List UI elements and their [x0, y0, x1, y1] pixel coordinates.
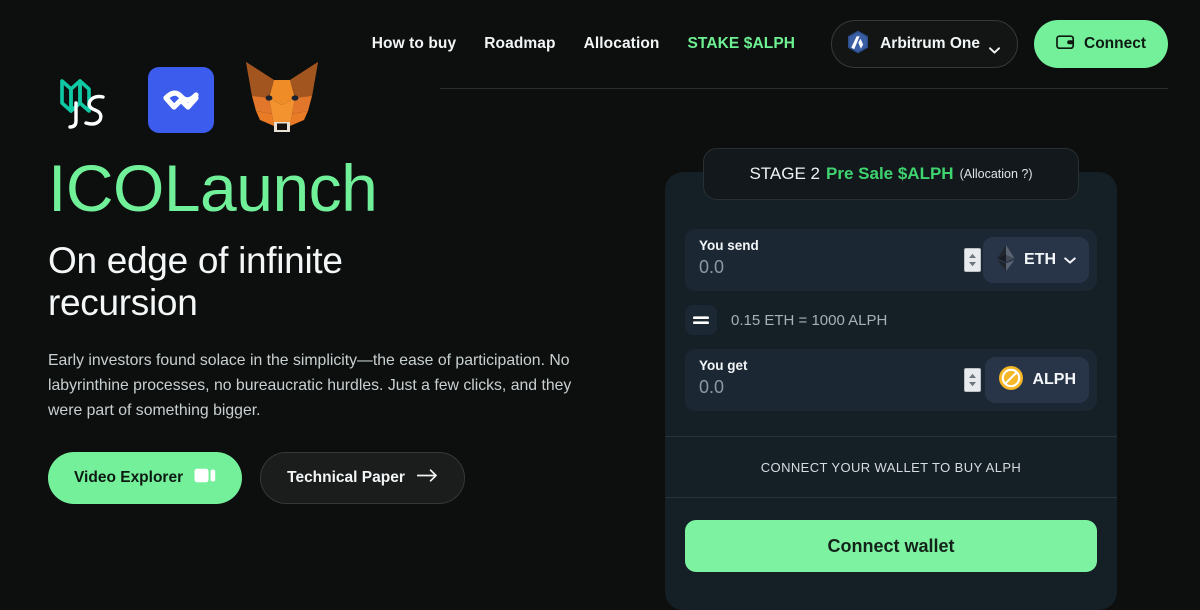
- hero-headline: On edge of infinite recursion: [48, 240, 343, 323]
- video-explorer-button[interactable]: Video Explorer: [48, 452, 243, 504]
- site-header: How to buy Roadmap Allocation STAKE $ALP…: [0, 0, 1200, 88]
- stage-accent-label: Pre Sale $ALPH: [826, 164, 954, 183]
- arbitrum-logo-icon: [845, 29, 871, 60]
- page-title: ICOLaunch: [48, 151, 378, 225]
- exchange-rate-text: 0.15 ETH = 1000 ALPH: [731, 311, 888, 329]
- swap-widget: You send 0.0 ETH 0.15 ETH = 1000 ALPH Yo…: [665, 172, 1117, 610]
- you-send-field: You send 0.0 ETH: [685, 229, 1097, 291]
- you-get-token-selector[interactable]: ALPH: [985, 357, 1089, 403]
- connect-wallet-button[interactable]: Connect wallet: [685, 520, 1097, 572]
- stage-prefix-label: STAGE 2: [749, 164, 821, 183]
- you-send-stepper[interactable]: [964, 248, 981, 272]
- hero-body-text: Early investors found solace in the simp…: [48, 352, 572, 419]
- main-navigation: How to buy Roadmap Allocation STAKE $ALP…: [372, 35, 795, 53]
- hero-cta-row: Video Explorer Technical Paper: [48, 452, 628, 504]
- nav-link-roadmap[interactable]: Roadmap: [484, 35, 555, 53]
- stage-banner: STAGE 2 Pre Sale $ALPH (Allocation ?): [703, 148, 1079, 200]
- header-divider: [440, 88, 1168, 89]
- nav-link-stake-alph[interactable]: STAKE $ALPH: [687, 35, 795, 53]
- video-explorer-button-label: Video Explorer: [74, 469, 184, 486]
- chevron-down-icon: [989, 41, 1000, 54]
- video-camera-icon: [194, 468, 216, 488]
- exchange-rate-row: 0.15 ETH = 1000 ALPH: [685, 291, 1097, 349]
- chain-selector[interactable]: Arbitrum One: [831, 20, 1018, 68]
- arrow-right-icon: [416, 469, 438, 487]
- stage-allocation-note[interactable]: (Allocation ?): [960, 167, 1033, 181]
- you-send-token-label: ETH: [1024, 251, 1056, 268]
- you-get-stepper[interactable]: [964, 368, 981, 392]
- connect-wallet-notice: CONNECT YOUR WALLET TO BUY ALPH: [665, 436, 1117, 498]
- technical-paper-button-label: Technical Paper: [287, 469, 405, 486]
- wallet-icon: [1056, 34, 1075, 55]
- nav-link-allocation[interactable]: Allocation: [584, 35, 660, 53]
- you-get-field: You get 0.0 ALPH: [685, 349, 1097, 411]
- ethereum-logo-icon: [996, 244, 1016, 277]
- chevron-down-icon: [1064, 251, 1076, 269]
- chain-name-label: Arbitrum One: [880, 35, 980, 52]
- nav-link-how-to-buy[interactable]: How to buy: [372, 35, 457, 53]
- equals-icon: [685, 305, 717, 335]
- connect-button[interactable]: Connect: [1034, 20, 1168, 68]
- you-get-token-label: ALPH: [1032, 371, 1076, 388]
- hero-section: ICOLaunch On edge of infinite recursion …: [48, 150, 628, 504]
- alph-logo-icon: [998, 365, 1024, 396]
- connect-button-label: Connect: [1084, 35, 1146, 52]
- technical-paper-button[interactable]: Technical Paper: [260, 452, 465, 504]
- you-send-token-selector[interactable]: ETH: [983, 237, 1089, 283]
- connect-wallet-notice-text: CONNECT YOUR WALLET TO BUY ALPH: [760, 459, 1022, 475]
- connect-wallet-button-label: Connect wallet: [827, 535, 955, 556]
